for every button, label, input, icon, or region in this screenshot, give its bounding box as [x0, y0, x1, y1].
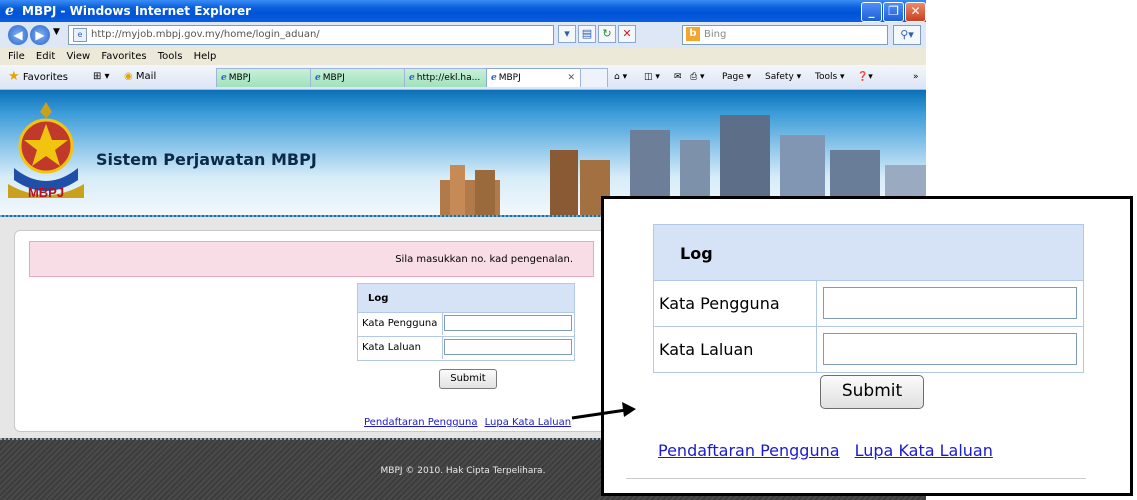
- callout-arrow-icon: [571, 402, 636, 420]
